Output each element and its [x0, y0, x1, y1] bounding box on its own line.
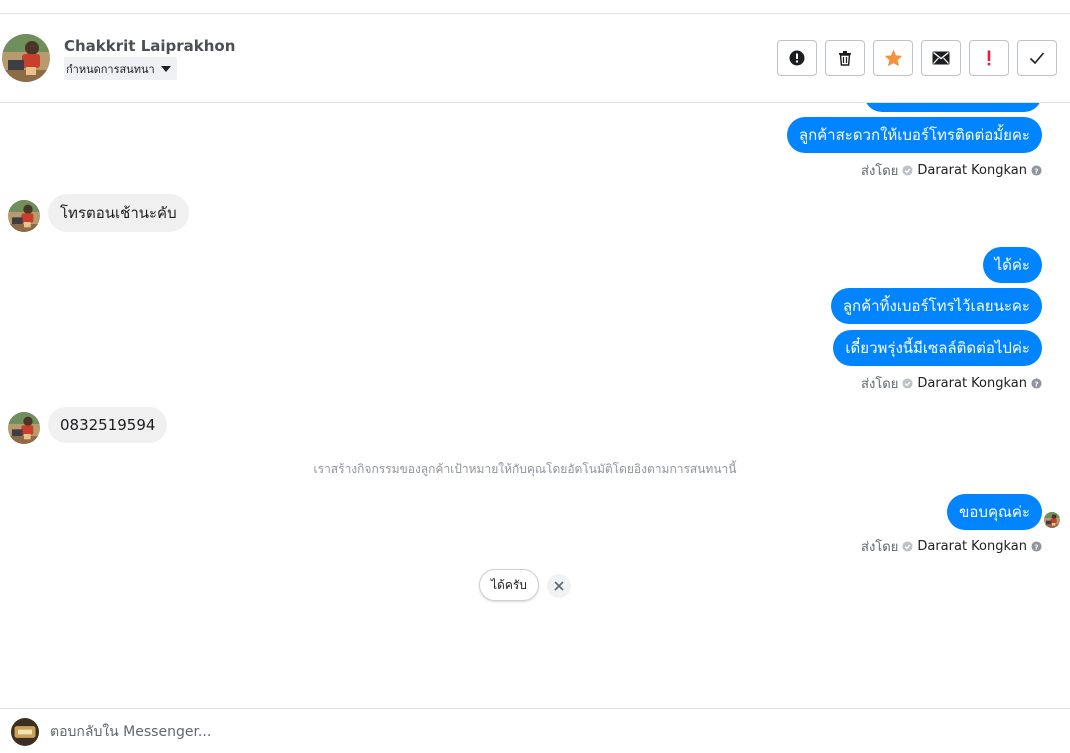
follow-up-button[interactable] [969, 40, 1009, 76]
sent-by-prefix: ส่งโดย [861, 377, 899, 392]
check-icon [1029, 52, 1045, 65]
conversation-view: Chakkrit Laiprakhon กำหนดการสนทนา ลูกค้า… [0, 0, 1070, 753]
page-avatar [11, 718, 39, 746]
star-icon [884, 50, 902, 66]
conversation-actions [777, 40, 1057, 76]
reply-input[interactable] [50, 717, 1050, 747]
sent-by-prefix: ส่งโดย [861, 164, 899, 179]
agent-name[interactable]: Dararat Kongkan [917, 539, 1027, 554]
report-spam-button[interactable] [777, 40, 817, 76]
svg-text:?: ? [1034, 542, 1038, 551]
mark-unread-button[interactable] [921, 40, 961, 76]
quick-reply-chip[interactable]: ได้ครับ [479, 569, 539, 601]
assign-conversation-label: กำหนดการสนทนา [66, 62, 155, 76]
outgoing-message: ได้ค่ะ [982, 247, 1042, 283]
help-icon[interactable]: ? [1031, 541, 1042, 552]
agent-name[interactable]: Dararat Kongkan [917, 376, 1027, 391]
verified-check-icon [902, 541, 913, 552]
seen-by-avatar [1044, 512, 1060, 528]
star-button[interactable] [873, 40, 913, 76]
sent-by-info: ส่งโดย Dararat Kongkan ? [861, 536, 1042, 557]
outgoing-message: ลูกค้าสะดวกให้เบอร์โทรติดต่อมั้ยคะ [786, 117, 1042, 153]
contact-avatar-small[interactable] [8, 200, 40, 232]
mark-done-button[interactable] [1017, 40, 1057, 76]
outgoing-message: เดี๋ยวพรุ่งนี้มีเซลล์ติดต่อไปค่ะ [833, 330, 1042, 366]
alert-circle-icon [789, 50, 805, 66]
incoming-message: 0832519594 [48, 407, 168, 443]
close-icon [554, 581, 564, 591]
sent-by-prefix: ส่งโดย [861, 540, 899, 555]
contact-name[interactable]: Chakkrit Laiprakhon [64, 37, 235, 55]
outgoing-message-partial [864, 103, 1042, 112]
assign-conversation-dropdown[interactable]: กำหนดการสนทนา [64, 57, 177, 80]
message-thread[interactable]: ลูกค้าสะดวกให้เบอร์โทรติดต่อมั้ยคะ ส่งโด… [0, 103, 1070, 708]
outgoing-message: ลูกค้าทิ้งเบอร์โทรไว้เลยนะคะ [830, 288, 1042, 324]
incoming-message: โทรตอนเช้านะคับ [48, 194, 189, 232]
verified-check-icon [902, 165, 913, 176]
sent-by-info: ส่งโดย Dararat Kongkan ? [861, 373, 1042, 394]
dismiss-quick-reply-button[interactable] [547, 574, 571, 598]
help-icon[interactable]: ? [1031, 378, 1042, 389]
envelope-icon [932, 51, 950, 65]
conversation-header: Chakkrit Laiprakhon กำหนดการสนทนา [0, 14, 1070, 103]
agent-name[interactable]: Dararat Kongkan [917, 163, 1027, 178]
outgoing-message: ขอบคุณค่ะ [947, 494, 1042, 530]
verified-check-icon [902, 378, 913, 389]
trash-icon [839, 51, 851, 66]
system-note: เราสร้างกิจกรรมของลูกค้าเป้าหมายให้กับคุ… [313, 462, 737, 476]
exclamation-icon [987, 50, 991, 66]
delete-button[interactable] [825, 40, 865, 76]
help-icon[interactable]: ? [1031, 165, 1042, 176]
contact-avatar[interactable] [2, 34, 50, 82]
reply-composer [0, 708, 1070, 753]
contact-avatar-small[interactable] [8, 412, 40, 444]
svg-text:?: ? [1034, 166, 1038, 175]
sent-by-info: ส่งโดย Dararat Kongkan ? [861, 160, 1042, 181]
caret-down-icon [160, 65, 171, 72]
svg-text:?: ? [1034, 379, 1038, 388]
